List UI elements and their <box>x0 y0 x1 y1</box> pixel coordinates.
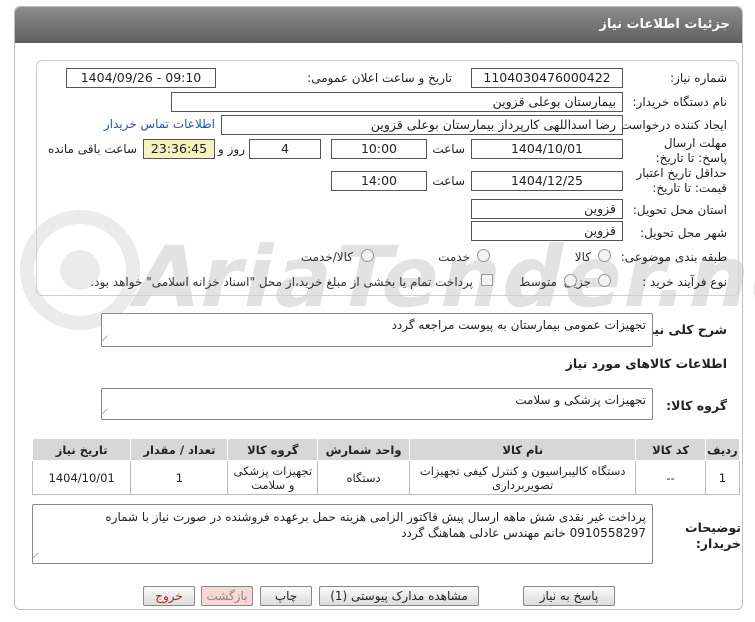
table-header-row: ردیف کد کالا نام کالا واحد شمارش گروه کا… <box>31 438 741 461</box>
column-header[interactable]: ردیف <box>704 438 741 461</box>
row-index: 1 <box>704 460 741 495</box>
item-need-date: 1404/10/01 <box>31 460 132 495</box>
item-name: دستگاه کالیبراسیون و کنترل کیفی تجهیزات … <box>409 460 637 495</box>
column-header[interactable]: گروه کالا <box>227 438 319 461</box>
column-header[interactable]: کد کالا <box>635 438 706 461</box>
table-row[interactable]: 1 -- دستگاه کالیبراسیون و کنترل کیفی تجه… <box>31 460 741 495</box>
item-unit: دستگاه <box>317 460 411 495</box>
item-group: تجهیزات پزشکی و سلامت <box>227 460 319 495</box>
item-code: -- <box>635 460 706 495</box>
items-table-container: ردیف کد کالا نام کالا واحد شمارش گروه کا… <box>31 438 741 496</box>
column-header[interactable]: تعداد / مقدار <box>130 438 229 461</box>
items-table: ردیف کد کالا نام کالا واحد شمارش گروه کا… <box>31 438 741 495</box>
column-header[interactable]: تاریخ نیاز <box>31 438 132 461</box>
column-header[interactable]: واحد شمارش <box>317 438 411 461</box>
item-quantity: 1 <box>130 460 229 495</box>
column-header[interactable]: نام کالا <box>409 438 637 461</box>
info-panel <box>36 60 739 296</box>
